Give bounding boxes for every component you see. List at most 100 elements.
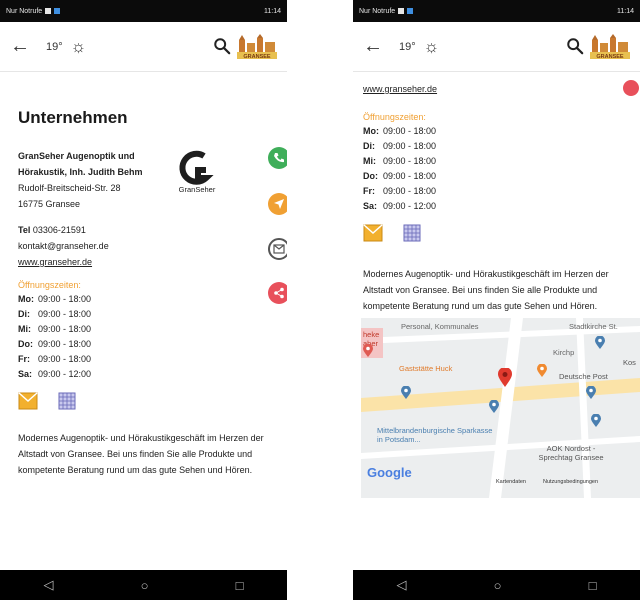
hours-row: Di: 09:00 - 18:00: [363, 141, 437, 151]
nav-recents-icon[interactable]: □: [589, 578, 597, 593]
calendar-icon[interactable]: [58, 392, 76, 410]
poi-pin-icon[interactable]: [401, 386, 411, 400]
hours-row: Sa: 09:00 - 12:00: [18, 369, 92, 379]
share-button[interactable]: [623, 80, 639, 96]
nav-home-icon[interactable]: ○: [494, 578, 502, 593]
website-link[interactable]: www.granseher.de: [18, 254, 287, 270]
map-label: AOK Nordost - Sprechtag Gransee: [538, 444, 604, 462]
map-terms-link[interactable]: Nutzungsbedingungen: [543, 478, 598, 487]
hours-row: Fr: 09:00 - 18:00: [363, 186, 437, 196]
gransee-logo-icon[interactable]: GRANSEE: [235, 34, 279, 60]
phone-screen-right: Nur Notrufe 11:14 ← 19° ☼ GRANSEE www.gr…: [353, 0, 640, 600]
search-icon[interactable]: [213, 37, 231, 55]
map-label: Mittelbrandenburgische Sparkasse in Pots…: [377, 426, 493, 444]
action-icons: [363, 224, 640, 242]
poi-pin-icon[interactable]: [595, 336, 605, 350]
sun-icon: ☼: [423, 36, 440, 56]
sun-icon: ☼: [70, 36, 87, 56]
phone-icon: [274, 153, 284, 163]
map-attribution[interactable]: Kartendaten: [496, 478, 526, 487]
share-button[interactable]: [268, 282, 287, 304]
status-bar: Nur Notrufe 11:14: [353, 0, 640, 22]
temperature: 19°: [46, 40, 63, 53]
company-description: Modernes Augenoptik- und Hörakustikgesch…: [363, 269, 609, 311]
system-nav-bar: ◁ ○ □: [0, 570, 287, 600]
location-pin-icon[interactable]: [498, 368, 512, 388]
app-notification-icon: [407, 8, 414, 14]
hours-row: Sa: 09:00 - 12:00: [363, 201, 437, 211]
hours-title: Öffnungszeiten:: [18, 280, 81, 290]
app-bar: ← 19° ☼ GRANSEE: [353, 22, 640, 72]
hours-row: Mi: 09:00 - 18:00: [363, 156, 437, 166]
hours-row: Mo: 09:00 - 18:00: [18, 294, 92, 304]
share-icon: [274, 287, 284, 299]
email-link[interactable]: kontakt@granseher.de: [18, 238, 287, 254]
calendar-icon[interactable]: [403, 224, 421, 242]
navigation-icon: [274, 199, 284, 209]
nav-back-icon[interactable]: ◁: [397, 577, 407, 593]
map-label: Personal, Kommunales: [401, 322, 479, 331]
hours-row: Mi: 09:00 - 18:00: [18, 324, 92, 334]
company-street: Rudolf-Breitscheid-Str. 28: [18, 183, 121, 193]
hours-title: Öffnungszeiten:: [363, 112, 426, 122]
nav-home-icon[interactable]: ○: [141, 578, 149, 593]
action-icons: [18, 392, 287, 410]
hours-row: Do: 09:00 - 18:00: [18, 339, 92, 349]
vcard-icon[interactable]: [18, 392, 38, 410]
nav-back-icon[interactable]: ◁: [44, 577, 54, 593]
company-description: Modernes Augenoptik- und Hörakustikgesch…: [18, 433, 264, 475]
section-title: Unternehmen: [18, 108, 128, 127]
hours-table: Mo: 09:00 - 18:00 Di: 09:00 - 18:00 Mi: 09:…: [18, 292, 287, 382]
notification-icon: [45, 8, 52, 14]
svg-text:GranSeher: GranSeher: [179, 185, 216, 194]
google-logo: Google: [367, 465, 412, 480]
notification-icon: [398, 8, 405, 14]
poi-pin-icon[interactable]: [586, 386, 596, 400]
company-name: GranSeher Augenoptik und Hörakustik, Inh…: [18, 151, 143, 177]
hours-row: Do: 09:00 - 18:00: [363, 171, 437, 181]
map-label: Kos: [623, 358, 636, 367]
poi-pin-icon[interactable]: [489, 400, 499, 414]
hours-row: Di: 09:00 - 18:00: [18, 309, 92, 319]
hours-row: Mo: 09:00 - 18:00: [363, 126, 437, 136]
contact-block: Tel 03306-21591 kontakt@granseher.de www…: [18, 222, 287, 270]
company-city: 16775 Gransee: [18, 199, 81, 209]
back-arrow-icon[interactable]: ←: [363, 35, 389, 58]
hours-table: Mo: 09:00 - 18:00 Di: 09:00 - 18:00 Mi: 09:…: [363, 124, 640, 214]
gransee-logo-icon[interactable]: GRANSEE: [588, 34, 632, 60]
phone-label: Tel: [18, 225, 31, 235]
system-nav-bar: ◁ ○ □: [353, 570, 640, 600]
mail-icon: [273, 244, 285, 254]
temperature: 19°: [399, 40, 416, 53]
phone-screen-left: Nur Notrufe 11:14 ← 19° ☼ GRANSEE Untern…: [0, 0, 287, 600]
map-label: Kirchp: [553, 348, 575, 357]
hours-row: Fr: 09:00 - 18:00: [18, 354, 92, 364]
map-label: Deutsche Post: [559, 372, 608, 381]
mail-button[interactable]: [268, 238, 287, 260]
app-bar: ← 19° ☼ GRANSEE: [0, 22, 287, 72]
status-time: 11:14: [264, 7, 281, 15]
poi-pin-icon[interactable]: [537, 364, 547, 378]
map-label: Gaststätte Huck: [399, 364, 453, 373]
phone-line: Tel 03306-21591: [18, 222, 287, 238]
website-link[interactable]: www.granseher.de: [363, 84, 640, 94]
phone-number[interactable]: 03306-21591: [33, 225, 86, 235]
svg-text:GRANSEE: GRANSEE: [243, 54, 271, 60]
location-map[interactable]: Personal, Kommunales Stadtkirche St. hek…: [361, 318, 640, 498]
granseher-logo-icon: GranSeher: [179, 150, 216, 194]
poi-pin-icon[interactable]: [591, 414, 601, 428]
svg-text:GRANSEE: GRANSEE: [596, 54, 624, 60]
search-icon[interactable]: [566, 37, 584, 55]
nav-recents-icon[interactable]: □: [236, 578, 244, 593]
company-detail: Unternehmen GranSeher Augenoptik und Hör…: [0, 72, 287, 570]
vcard-icon[interactable]: [363, 224, 383, 242]
status-bar: Nur Notrufe 11:14: [0, 0, 287, 22]
carrier-text: Nur Notrufe: [359, 7, 396, 15]
carrier-text: Nur Notrufe: [6, 7, 43, 15]
map-label: Stadtkirche St.: [569, 322, 618, 331]
app-notification-icon: [54, 8, 61, 14]
call-button[interactable]: [268, 147, 287, 169]
route-button[interactable]: [268, 193, 287, 215]
poi-pin-icon[interactable]: [363, 344, 373, 358]
back-arrow-icon[interactable]: ←: [10, 35, 36, 58]
